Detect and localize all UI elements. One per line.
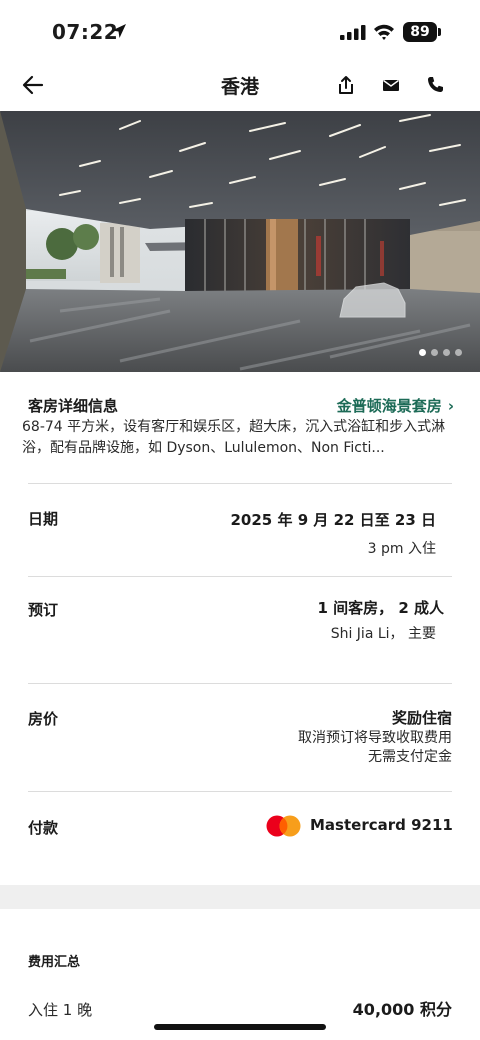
phone-icon[interactable] xyxy=(424,74,446,96)
room-type-link[interactable]: 金普顿海景套房 › xyxy=(337,395,454,416)
page-title: 香港 xyxy=(220,76,259,98)
cost-summary-title: 费用汇总 xyxy=(28,955,81,970)
room-details-label: 客房详细信息 xyxy=(28,397,119,415)
battery-cap xyxy=(438,28,441,36)
date-range: 2025 年 9 月 22 日至 23 日 xyxy=(230,511,437,529)
payment-label: 付款 xyxy=(28,819,59,837)
chevron-right-icon[interactable]: › xyxy=(448,397,454,415)
section-separator xyxy=(0,885,480,909)
divider xyxy=(28,576,452,577)
arrow-left-icon[interactable] xyxy=(20,72,46,98)
carousel-dot[interactable] xyxy=(431,349,438,356)
deposit-policy: 无需支付定金 xyxy=(368,749,452,765)
checkin-time: 3 pm 入住 xyxy=(367,541,436,557)
nav-header: 香港 xyxy=(0,62,480,110)
nights-label: 入住 1 晚 xyxy=(28,1001,93,1019)
status-bar: 07:22 89 xyxy=(0,0,480,62)
divider xyxy=(28,791,452,792)
carousel-pagination[interactable] xyxy=(419,349,462,356)
rate-label: 房价 xyxy=(28,710,59,728)
wifi-icon xyxy=(374,24,394,40)
share-icon[interactable] xyxy=(335,74,357,96)
battery-indicator: 89 xyxy=(403,22,437,42)
carousel-dot[interactable] xyxy=(443,349,450,356)
hotel-photo-carousel[interactable] xyxy=(0,111,480,372)
room-type-name[interactable]: 金普顿海景套房 xyxy=(337,397,442,415)
carousel-dot[interactable] xyxy=(419,349,426,356)
dates-label: 日期 xyxy=(28,510,59,528)
points-total: 40,000 积分 xyxy=(352,1000,452,1019)
card-name: Mastercard 9211 xyxy=(310,816,453,834)
room-description: 68-74 平方米，设有客厅和娱乐区，超大床，沉入式浴缸和步入式淋浴，配有品牌设… xyxy=(22,419,446,456)
status-time: 07:22 xyxy=(52,20,119,44)
cancellation-policy: 取消预订将导致收取费用 xyxy=(298,730,452,746)
divider xyxy=(28,483,452,484)
mail-icon[interactable] xyxy=(380,74,402,96)
carousel-dot[interactable] xyxy=(455,349,462,356)
rate-type: 奖励住宿 xyxy=(391,709,452,727)
mastercard-icon xyxy=(266,815,301,837)
room-guest-count: 1 间客房， 2 成人 xyxy=(317,599,444,617)
location-arrow-icon xyxy=(112,24,126,38)
cellular-signal-icon xyxy=(340,25,366,40)
hotel-entrance-photo xyxy=(0,111,480,372)
home-indicator xyxy=(154,1024,326,1030)
divider xyxy=(28,683,452,684)
booking-label: 预订 xyxy=(28,601,59,619)
guest-name: Shi Jia Li， 主要 xyxy=(330,626,436,642)
